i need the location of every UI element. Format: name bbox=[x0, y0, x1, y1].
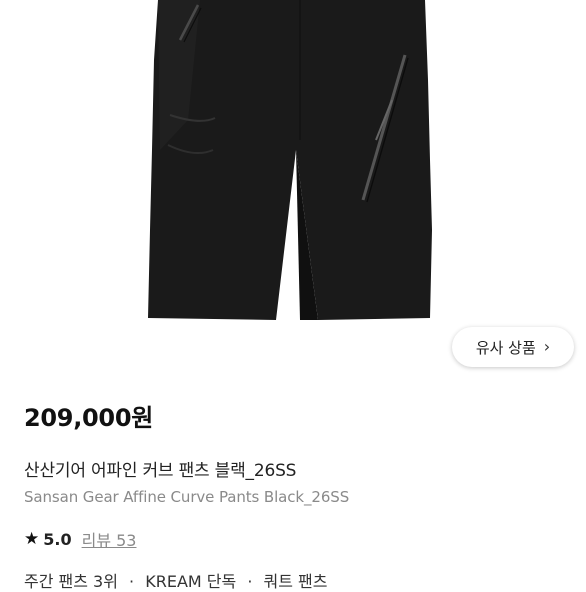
product-name-english: Sansan Gear Affine Curve Pants Black_26S… bbox=[24, 488, 350, 506]
tag-separator: · bbox=[129, 572, 135, 591]
pants-illustration bbox=[148, 0, 432, 320]
product-name-korean: 산산기어 어파인 커브 팬츠 블랙_26SS bbox=[24, 461, 297, 481]
chevron-right-icon: › bbox=[543, 337, 551, 356]
product-image[interactable] bbox=[0, 0, 586, 380]
tag-separator: · bbox=[247, 572, 253, 591]
tag-item[interactable]: 주간 팬츠 3위 bbox=[24, 572, 118, 591]
reviews-link[interactable]: 리뷰 53 bbox=[82, 527, 137, 551]
rating-score: 5.0 bbox=[43, 529, 72, 549]
similar-products-label: 유사 상품 bbox=[475, 338, 536, 357]
tag-item[interactable]: KREAM 단독 bbox=[145, 572, 236, 591]
product-price: 209,000원 bbox=[24, 404, 153, 432]
tag-item[interactable]: 쿼트 팬츠 bbox=[264, 572, 328, 591]
similar-products-button[interactable]: 유사 상품 › bbox=[452, 327, 574, 367]
star-icon: ★ bbox=[24, 529, 40, 549]
rating-row: ★ 5.0 리뷰 53 bbox=[24, 527, 136, 551]
tags-row: 주간 팬츠 3위 · KREAM 단독 · 쿼트 팬츠 bbox=[24, 568, 333, 592]
